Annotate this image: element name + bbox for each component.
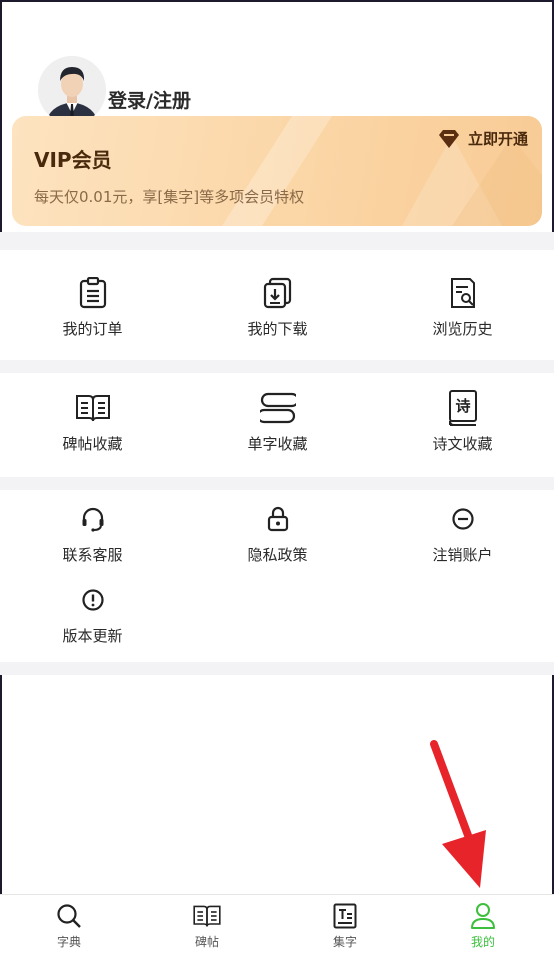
menu-item-downloads[interactable]: 我的下载 <box>185 276 370 339</box>
menu-item-label: 注销账户 <box>432 546 493 564</box>
menu-item-orders[interactable]: 我的订单 <box>0 276 185 339</box>
diamond-icon <box>438 129 459 148</box>
section-gap <box>0 662 554 675</box>
lock-icon <box>185 502 370 536</box>
vip-open-label: 立即开通 <box>467 130 528 148</box>
menu-item-label: 浏览历史 <box>432 320 493 338</box>
menu-item-label: 版本更新 <box>62 627 123 645</box>
vip-card[interactable]: VIP会员 每天仅0.01元，享[集字]等多项会员特权 立即开通 <box>12 116 542 226</box>
menu-item-label: 我的下载 <box>247 320 308 338</box>
info-circle-icon <box>0 583 185 617</box>
text-icon <box>276 901 414 931</box>
open-book-icon <box>138 901 276 931</box>
search-icon <box>0 901 138 931</box>
history-icon <box>370 276 554 310</box>
download-icon <box>185 276 370 310</box>
menu-item-customer-service[interactable]: 联系客服 <box>0 502 185 565</box>
tab-mine[interactable]: 我的 <box>414 901 552 950</box>
section-gap <box>0 232 554 250</box>
menu-section-orders: 我的订单 我的下载 浏览历史 <box>0 250 554 360</box>
tab-dictionary[interactable]: 字典 <box>0 901 138 950</box>
menu-section-favorites: 碑帖收藏 单字收藏 诗 诗文收藏 <box>0 373 554 477</box>
headset-icon <box>0 502 185 536</box>
menu-item-poem-favorites[interactable]: 诗 诗文收藏 <box>370 390 554 454</box>
tab-rubbings[interactable]: 碑帖 <box>138 901 276 950</box>
menu-item-privacy-policy[interactable]: 隐私政策 <box>185 502 370 565</box>
section-gap <box>0 477 554 490</box>
clipboard-icon <box>0 276 185 310</box>
user-icon <box>414 901 552 931</box>
poem-book-icon: 诗 <box>370 390 554 426</box>
login-register-link[interactable]: 登录/注册 <box>108 86 191 113</box>
menu-section-settings: 联系客服 隐私政策 注销账户 版本更新 <box>0 490 554 662</box>
tab-label: 集字 <box>332 935 357 949</box>
tab-collect-characters[interactable]: 集字 <box>276 901 414 950</box>
open-book-icon <box>0 391 185 425</box>
tab-label: 字典 <box>56 935 81 949</box>
menu-item-label: 碑帖收藏 <box>62 435 123 453</box>
vip-description: 每天仅0.01元，享[集字]等多项会员特权 <box>34 188 305 206</box>
menu-item-history[interactable]: 浏览历史 <box>370 276 554 339</box>
stack-icon <box>185 391 370 425</box>
minus-circle-icon <box>370 502 554 536</box>
bottom-tab-bar: 字典 碑帖 集字 我的 <box>0 894 554 957</box>
avatar[interactable] <box>38 56 106 124</box>
menu-item-version-update[interactable]: 版本更新 <box>0 583 185 646</box>
tab-label: 碑帖 <box>194 935 219 949</box>
section-gap <box>0 360 554 373</box>
menu-item-character-favorites[interactable]: 单字收藏 <box>185 391 370 454</box>
vip-open-button[interactable]: 立即开通 <box>438 128 528 149</box>
menu-item-label: 我的订单 <box>62 320 123 338</box>
vip-title: VIP会员 <box>34 148 112 172</box>
menu-item-delete-account[interactable]: 注销账户 <box>370 502 554 565</box>
window-frame-top <box>0 0 554 2</box>
menu-item-label: 隐私政策 <box>247 546 308 564</box>
tab-label: 我的 <box>470 935 495 949</box>
menu-item-rubbing-favorites[interactable]: 碑帖收藏 <box>0 391 185 454</box>
menu-item-label: 联系客服 <box>62 546 123 564</box>
poem-glyph: 诗 <box>455 397 470 415</box>
menu-item-label: 诗文收藏 <box>432 435 493 453</box>
red-arrow-annotation-icon <box>430 740 486 888</box>
menu-item-label: 单字收藏 <box>247 435 308 453</box>
avatar-person-icon <box>38 56 106 124</box>
